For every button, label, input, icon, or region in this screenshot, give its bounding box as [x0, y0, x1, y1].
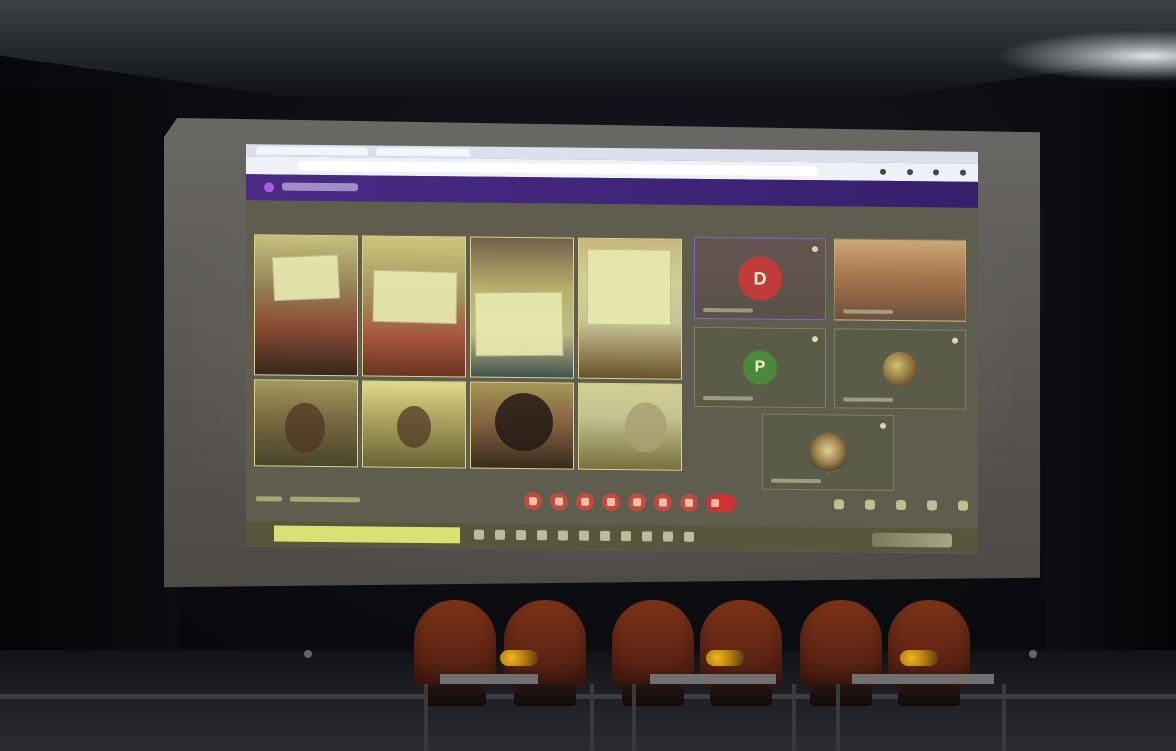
control-button	[654, 493, 672, 512]
participant-video-tile	[470, 381, 574, 470]
browser-control-icon	[933, 169, 940, 176]
avatar-d: D	[738, 256, 782, 301]
table-leg	[836, 684, 840, 751]
control-button	[680, 493, 698, 512]
participant-name-placeholder	[703, 395, 753, 401]
table-leg	[590, 684, 594, 751]
taskbar-icon	[474, 529, 484, 540]
mic-status-icon	[880, 422, 886, 429]
mic-status-icon	[952, 337, 958, 344]
control-button	[628, 493, 646, 512]
participant-face	[397, 405, 431, 448]
participant-video-tile	[362, 235, 466, 378]
left-wall	[0, 88, 180, 708]
side-control-icon	[896, 499, 906, 511]
projected-video-call: D P	[246, 144, 978, 554]
taskbar-icon	[516, 529, 526, 541]
participant-name-placeholder	[843, 309, 893, 314]
participant-face	[625, 401, 667, 453]
stage-floor	[0, 650, 1176, 751]
side-control-icon	[927, 500, 937, 511]
participant-video-tile	[254, 234, 358, 377]
participant-name-placeholder	[703, 307, 753, 313]
handwritten-sign	[474, 291, 564, 357]
participant-face	[495, 392, 553, 452]
right-wall	[1046, 88, 1176, 708]
participant-name-placeholder	[771, 478, 821, 484]
table-leg	[632, 684, 636, 751]
participant-card-p: P	[694, 326, 826, 409]
meeting-logo-icon	[264, 182, 274, 193]
participant-video-tile	[578, 237, 682, 380]
taskbar-clock	[872, 532, 952, 548]
browser-control-icon	[906, 169, 913, 176]
handwritten-sign	[372, 269, 458, 325]
meeting-time-placeholder	[256, 495, 282, 502]
avatar-p: P	[743, 350, 777, 385]
taskbar-icon	[558, 530, 568, 541]
table-leg	[1002, 684, 1006, 751]
taskbar-icon	[684, 531, 694, 542]
control-button	[550, 492, 568, 511]
flower-arrangement	[706, 650, 744, 666]
participant-card-avatar	[834, 328, 966, 410]
control-button	[602, 492, 620, 512]
stage-table	[852, 674, 994, 684]
browser-control-icon	[880, 168, 886, 175]
stage-light	[1029, 650, 1037, 658]
conference-scene: D P	[0, 0, 1176, 751]
flower-arrangement	[500, 650, 538, 666]
address-field	[298, 160, 818, 177]
ceiling-light	[996, 30, 1176, 82]
stage-light	[304, 650, 312, 658]
participant-video-grid	[254, 234, 682, 471]
control-button	[576, 492, 594, 511]
taskbar-app-icons	[474, 529, 694, 544]
meeting-controls	[524, 492, 736, 513]
taskbar-icon	[642, 531, 652, 542]
participant-video-tile	[362, 380, 466, 469]
participant-card-photo	[834, 238, 966, 322]
mic-status-icon	[812, 336, 818, 343]
participant-video-tile	[578, 382, 682, 471]
table-leg	[424, 684, 428, 751]
handwritten-sign	[587, 248, 671, 326]
browser-controls	[880, 167, 966, 178]
meeting-name-placeholder	[290, 496, 360, 502]
side-control-icon	[958, 500, 968, 511]
taskbar-icon	[663, 531, 673, 542]
flower-arrangement	[900, 650, 938, 666]
taskbar-icon	[579, 530, 589, 541]
participant-face	[285, 402, 325, 453]
side-control-icon	[834, 499, 844, 510]
browser-control-icon	[959, 169, 966, 176]
meeting-title-placeholder	[282, 182, 358, 192]
table-leg	[792, 684, 796, 751]
avatar-round-photo	[808, 432, 848, 473]
participant-video-tile	[470, 236, 574, 379]
participant-card-d: D	[694, 236, 826, 321]
stage-table	[440, 674, 538, 684]
participant-sidebar: D P	[688, 233, 970, 506]
taskbar-search-box	[274, 525, 460, 544]
handwritten-sign	[271, 254, 341, 302]
stage-table	[650, 674, 776, 684]
participant-video-tile	[254, 378, 358, 468]
taskbar-icon	[495, 529, 505, 540]
meeting-side-controls	[834, 499, 968, 511]
avatar-photo	[883, 351, 917, 387]
taskbar-icon	[621, 531, 631, 542]
participant-card-bottom	[762, 413, 894, 491]
side-control-icon	[865, 499, 875, 510]
control-button	[524, 492, 542, 511]
browser-tab	[376, 147, 470, 157]
taskbar-icon	[537, 530, 547, 541]
taskbar-icon	[600, 530, 610, 541]
end-call-button	[706, 493, 736, 513]
meeting-info	[256, 495, 426, 503]
participant-name-placeholder	[843, 397, 893, 402]
browser-tab	[256, 146, 368, 156]
mic-status-icon	[812, 246, 818, 253]
stage-edge	[0, 694, 1176, 699]
